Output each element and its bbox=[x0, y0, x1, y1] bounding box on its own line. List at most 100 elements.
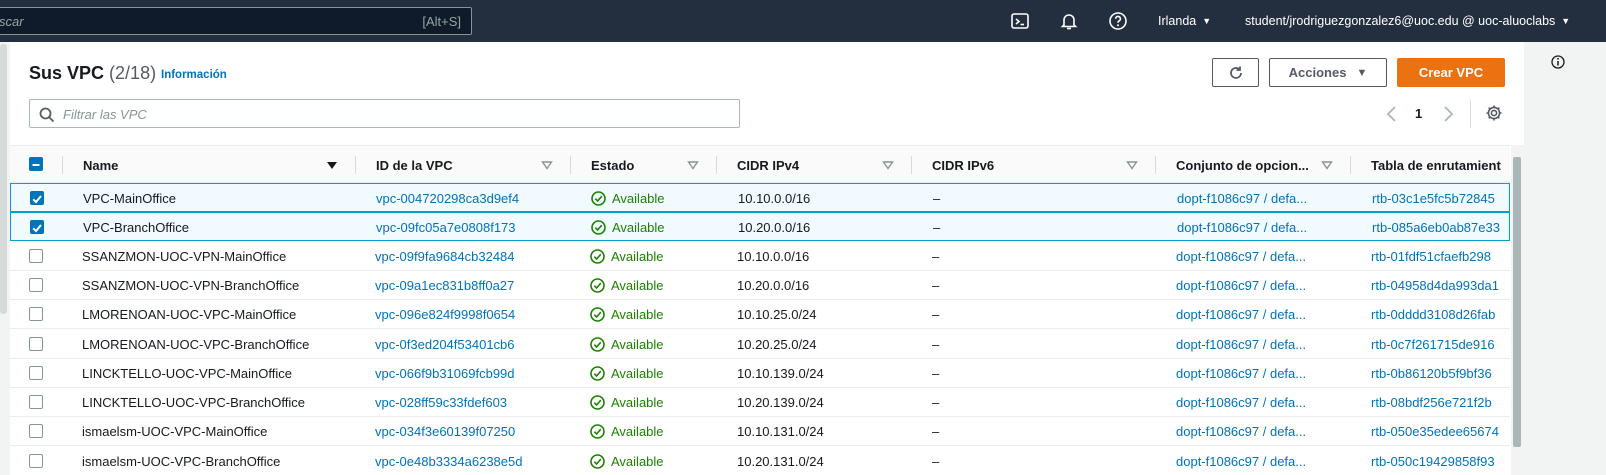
sort-descending-icon[interactable] bbox=[326, 159, 338, 171]
vpc-id-link[interactable]: vpc-004720298ca3d9ef4 bbox=[376, 191, 519, 206]
actions-button[interactable]: Acciones ▼ bbox=[1269, 58, 1387, 87]
left-scrollbar[interactable] bbox=[0, 44, 7, 314]
row-checkbox[interactable] bbox=[29, 336, 43, 351]
sort-icon[interactable] bbox=[1126, 159, 1138, 171]
route-table-link[interactable]: rtb-0b86120b5f9bf36 bbox=[1371, 366, 1492, 381]
dhcp-options-link[interactable]: dopt-f1086c97 / defa... bbox=[1176, 249, 1306, 264]
sort-icon[interactable] bbox=[882, 159, 894, 171]
vpc-id-link[interactable]: vpc-09a1ec831b8ff0a27 bbox=[375, 278, 514, 293]
row-checkbox[interactable] bbox=[29, 453, 43, 468]
row-checkbox[interactable] bbox=[30, 191, 44, 205]
filter-placeholder: Filtrar las VPC bbox=[63, 107, 147, 122]
table-row[interactable]: SSANZMON-UOC-VPN-MainOffice vpc-09f9fa968… bbox=[10, 241, 1510, 271]
row-checkbox[interactable] bbox=[29, 277, 43, 292]
route-table-link[interactable]: rtb-050e35edee65674 bbox=[1371, 424, 1499, 439]
row-checkbox[interactable] bbox=[30, 220, 44, 235]
status-text: Available bbox=[611, 424, 664, 440]
vpc-id-link[interactable]: vpc-034f3e60139f07250 bbox=[375, 424, 515, 439]
chevron-right-icon[interactable] bbox=[1442, 104, 1456, 124]
region-selector[interactable]: Irlanda ▼ bbox=[1158, 14, 1211, 28]
sort-icon[interactable] bbox=[541, 159, 553, 171]
sort-icon[interactable] bbox=[687, 159, 699, 171]
dhcp-options-link[interactable]: dopt-f1086c97 / defa... bbox=[1176, 424, 1306, 439]
vpc-name-cell: ismaelsm-UOC-VPC-MainOffice bbox=[82, 424, 268, 440]
help-icon[interactable] bbox=[1108, 11, 1128, 31]
cidr-ipv6-cell: – bbox=[932, 277, 940, 293]
select-all-checkbox[interactable] bbox=[29, 157, 43, 171]
table-row[interactable]: LINCKTELLO-UOC-VPC-BranchOffice vpc-028ff… bbox=[10, 388, 1510, 418]
filter-input[interactable]: Filtrar las VPC bbox=[29, 99, 740, 128]
top-navigation-bar: scar [Alt+S] Irlanda ▼ student/jrodriguez… bbox=[0, 0, 1606, 42]
vpc-id-link[interactable]: vpc-0f3ed204f53401cb6 bbox=[375, 337, 515, 352]
route-table-link[interactable]: rtb-0c7f261715de916 bbox=[1371, 337, 1495, 352]
dhcp-options-link[interactable]: dopt-f1086c97 / defa... bbox=[1176, 278, 1306, 293]
route-table-link[interactable]: rtb-050c19429858f93 bbox=[1371, 454, 1495, 469]
dhcp-options-link[interactable]: dopt-f1086c97 / defa... bbox=[1177, 220, 1307, 235]
info-icon[interactable] bbox=[1551, 55, 1565, 69]
table-row[interactable]: LMORENOAN-UOC-VPC-MainOffice vpc-096e824f… bbox=[10, 300, 1510, 330]
status-available-icon bbox=[590, 395, 605, 410]
row-checkbox[interactable] bbox=[29, 248, 43, 263]
vpc-id-link[interactable]: vpc-09f9fa9684cb32484 bbox=[375, 249, 515, 264]
table-row[interactable]: ismaelsm-UOC-VPC-BranchOffice vpc-0e48b33… bbox=[10, 446, 1510, 475]
column-divider bbox=[570, 156, 571, 174]
vpc-id-link[interactable]: vpc-096e824f9998f0654 bbox=[375, 307, 515, 322]
table-row[interactable]: LMORENOAN-UOC-VPC-BranchOffice vpc-0f3ed2… bbox=[10, 329, 1510, 359]
info-link[interactable]: Información bbox=[161, 69, 227, 81]
row-checkbox[interactable] bbox=[29, 307, 43, 322]
column-header-dhcp-options[interactable]: Conjunto de opcion... bbox=[1176, 158, 1309, 173]
vpc-id-link[interactable]: vpc-0e48b3334a6238e5d bbox=[375, 454, 522, 469]
global-search-input[interactable]: scar [Alt+S] bbox=[0, 7, 472, 35]
column-header-cidr-ipv4[interactable]: CIDR IPv4 bbox=[737, 158, 799, 173]
table-row[interactable]: LINCKTELLO-UOC-VPC-MainOffice vpc-066f9b3… bbox=[10, 358, 1510, 388]
row-checkbox[interactable] bbox=[29, 365, 43, 380]
route-table-link[interactable]: rtb-04958d4da993da1 bbox=[1371, 278, 1499, 293]
cidr-ipv4-cell: 10.10.0.0/16 bbox=[738, 191, 811, 206]
dhcp-options-link[interactable]: dopt-f1086c97 / defa... bbox=[1176, 337, 1306, 352]
table-vertical-scrollbar[interactable] bbox=[1511, 145, 1524, 475]
dhcp-options-link[interactable]: dopt-f1086c97 / defa... bbox=[1176, 307, 1306, 322]
column-header-vpc-id[interactable]: ID de la VPC bbox=[376, 158, 453, 173]
dhcp-options-link[interactable]: dopt-f1086c97 / defa... bbox=[1177, 191, 1307, 206]
route-table-link[interactable]: rtb-08bdf256e721f2b bbox=[1371, 395, 1492, 410]
table-row[interactable]: VPC-BranchOffice vpc-09fc05a7e0808f173 Ava… bbox=[10, 212, 1510, 242]
route-table-link[interactable]: rtb-0dddd3108d26fab bbox=[1371, 307, 1495, 322]
notifications-bell-icon[interactable] bbox=[1059, 11, 1079, 31]
current-page[interactable]: 1 bbox=[1415, 106, 1422, 121]
route-table-link[interactable]: rtb-01fdf51cfaefb298 bbox=[1371, 249, 1491, 264]
selection-count: (2/18) bbox=[109, 63, 157, 83]
cidr-ipv4-cell: 10.10.131.0/24 bbox=[737, 424, 824, 440]
table-row[interactable]: SSANZMON-UOC-VPN-BranchOffice vpc-09a1ec8… bbox=[10, 270, 1510, 300]
dhcp-options-link[interactable]: dopt-f1086c97 / defa... bbox=[1176, 395, 1306, 410]
table-row[interactable]: VPC-MainOffice vpc-004720298ca3d9ef4 Avail… bbox=[10, 183, 1510, 212]
dhcp-options-link[interactable]: dopt-f1086c97 / defa... bbox=[1176, 366, 1306, 381]
create-vpc-button[interactable]: Crear VPC bbox=[1397, 58, 1505, 87]
column-header-cidr-ipv6[interactable]: CIDR IPv6 bbox=[932, 158, 994, 173]
cidr-ipv6-cell: – bbox=[932, 365, 940, 381]
route-table-link[interactable]: rtb-03c1e5fc5b72845 bbox=[1372, 191, 1495, 206]
refresh-button[interactable] bbox=[1212, 58, 1259, 87]
dhcp-options-link[interactable]: dopt-f1086c97 / defa... bbox=[1176, 454, 1306, 469]
gear-icon[interactable] bbox=[1485, 104, 1503, 122]
row-checkbox[interactable] bbox=[29, 424, 43, 439]
table-row[interactable]: ismaelsm-UOC-VPC-MainOffice vpc-034f3e601… bbox=[10, 417, 1510, 447]
column-divider bbox=[355, 156, 356, 174]
vpc-name-cell: LMORENOAN-UOC-VPC-MainOffice bbox=[82, 307, 297, 323]
column-header-name[interactable]: Name bbox=[83, 158, 118, 173]
column-header-route-table[interactable]: Tabla de enrutamient bbox=[1371, 158, 1501, 173]
divider bbox=[1470, 100, 1471, 128]
route-table-link[interactable]: rtb-085a6eb0ab87e33 bbox=[1372, 220, 1500, 235]
scrollbar-thumb[interactable] bbox=[1513, 157, 1521, 447]
sort-icon[interactable] bbox=[1321, 159, 1333, 171]
vpc-id-link[interactable]: vpc-09fc05a7e0808f173 bbox=[376, 220, 516, 235]
vpc-id-link[interactable]: vpc-028ff59c33fdef603 bbox=[375, 395, 507, 410]
status-text: Available bbox=[611, 277, 664, 293]
cloudshell-icon[interactable] bbox=[1010, 11, 1030, 31]
status-text: Available bbox=[611, 307, 664, 323]
status-available-icon bbox=[590, 453, 605, 469]
account-menu[interactable]: student/jrodriguezgonzalez6@uoc.edu @ uo… bbox=[1245, 14, 1570, 28]
row-checkbox[interactable] bbox=[29, 395, 43, 410]
chevron-left-icon[interactable] bbox=[1384, 104, 1398, 124]
column-header-status[interactable]: Estado bbox=[591, 158, 634, 173]
vpc-id-link[interactable]: vpc-066f9b31069fcb99d bbox=[375, 366, 515, 381]
